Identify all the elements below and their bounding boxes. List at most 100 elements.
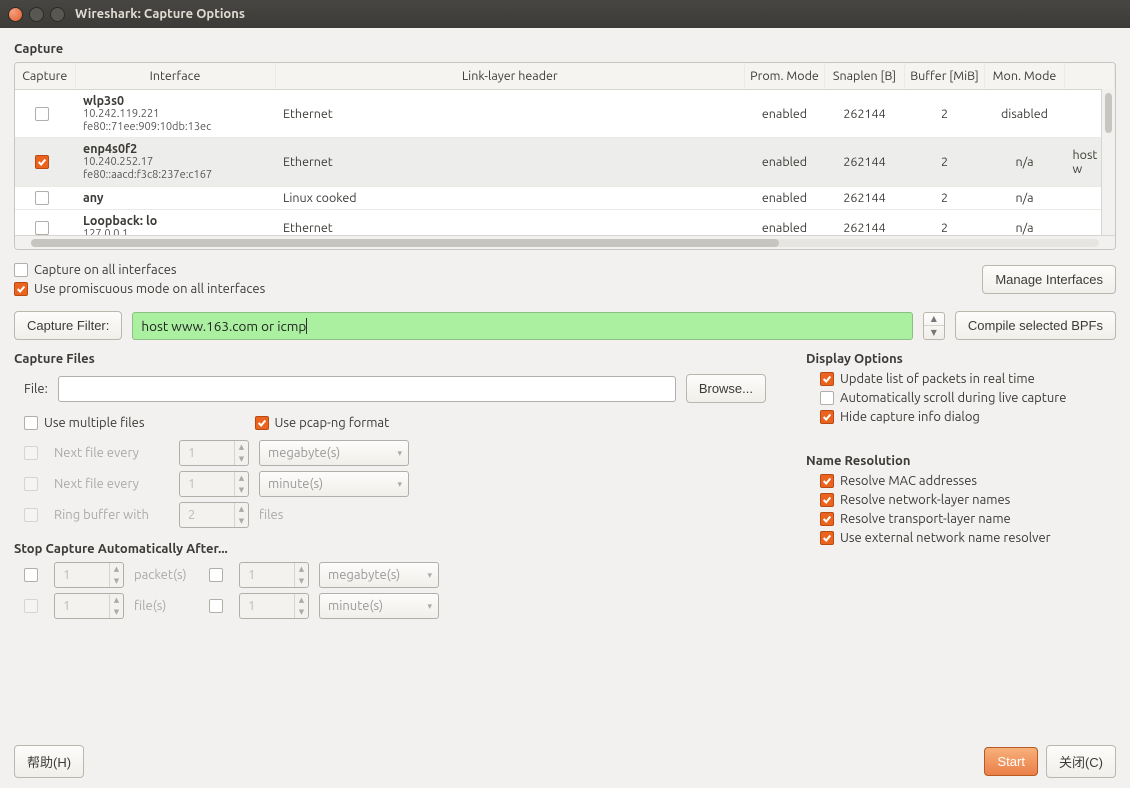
- interface-name: Loopback: lo: [83, 214, 267, 228]
- capture-filter-button[interactable]: Capture Filter:: [14, 311, 122, 340]
- use-pcapng-label: Use pcap-ng format: [275, 416, 390, 430]
- stop-time-spin: 1▲▼: [239, 593, 309, 619]
- stop-packets-unit: packet(s): [134, 568, 199, 582]
- interfaces-panel: Capture Interface Link-layer header Prom…: [14, 62, 1116, 250]
- capture-files-section: Capture Files: [14, 352, 766, 366]
- manage-interfaces-button[interactable]: Manage Interfaces: [982, 265, 1116, 294]
- interfaces-table[interactable]: Capture Interface Link-layer header Prom…: [15, 63, 1115, 246]
- promiscuous-label: Use promiscuous mode on all interfaces: [34, 282, 265, 296]
- col-buffer[interactable]: Buffer [MiB]: [905, 63, 985, 90]
- stop-files-checkbox: [24, 599, 38, 613]
- interface-prom: enabled: [745, 138, 825, 186]
- display-options-section: Display Options: [806, 352, 1116, 366]
- ring-buffer-checkbox: [24, 508, 38, 522]
- file-input[interactable]: [58, 376, 676, 402]
- hide-info-checkbox[interactable]: [820, 410, 834, 424]
- col-filter[interactable]: [1065, 63, 1115, 90]
- ring-buffer-unit: files: [259, 508, 283, 522]
- use-multiple-checkbox[interactable]: [24, 416, 38, 430]
- stop-size-spin: 1▲▼: [239, 562, 309, 588]
- titlebar: Wireshark: Capture Options: [0, 0, 1130, 28]
- resolve-mac-checkbox[interactable]: [820, 474, 834, 488]
- stop-packets-spin: 1▲▼: [54, 562, 124, 588]
- interface-name: enp4s0f2: [83, 142, 267, 156]
- window-minimize-button[interactable]: [29, 7, 44, 22]
- use-multiple-label: Use multiple files: [44, 416, 145, 430]
- stop-files-unit: file(s): [134, 599, 199, 613]
- resolve-trans-checkbox[interactable]: [820, 512, 834, 526]
- file-label: File:: [24, 382, 48, 396]
- ext-resolver-label: Use external network name resolver: [840, 531, 1051, 545]
- stop-time-unit: minute(s)▾: [319, 593, 439, 619]
- ring-buffer-spin: 2▲▼: [179, 502, 249, 528]
- help-button[interactable]: 帮助(H): [14, 745, 84, 778]
- next-file-time-spin: 1▲▼: [179, 471, 249, 497]
- resolve-trans-label: Resolve transport-layer name: [840, 512, 1011, 526]
- resolve-net-label: Resolve network-layer names: [840, 493, 1010, 507]
- capture-filter-text: host www.163.com or icmp: [141, 318, 306, 334]
- stop-section-label: Stop Capture Automatically After...: [14, 542, 766, 556]
- interface-link: Ethernet: [275, 90, 745, 138]
- interface-checkbox[interactable]: [35, 155, 49, 169]
- interface-name: any: [83, 191, 267, 205]
- interface-prom: enabled: [745, 186, 825, 210]
- next-file-time-checkbox: [24, 477, 38, 491]
- start-button[interactable]: Start: [984, 747, 1037, 776]
- capture-section-label: Capture: [14, 42, 1116, 56]
- next-file-time-label: Next file every: [54, 477, 169, 491]
- col-interface[interactable]: Interface: [75, 63, 275, 90]
- stop-time-checkbox[interactable]: [209, 599, 223, 613]
- stop-files-spin: 1▲▼: [54, 593, 124, 619]
- interface-snaplen: 262144: [825, 186, 905, 210]
- filter-history-stepper[interactable]: ▲▼: [923, 312, 945, 340]
- window-close-button[interactable]: [8, 7, 23, 22]
- col-mon[interactable]: Mon. Mode: [985, 63, 1065, 90]
- capture-all-label: Capture on all interfaces: [34, 263, 177, 277]
- horizontal-scrollbar[interactable]: [15, 235, 1115, 249]
- next-file-time-unit: minute(s)▾: [259, 471, 409, 497]
- auto-scroll-checkbox[interactable]: [820, 391, 834, 405]
- interface-snaplen: 262144: [825, 138, 905, 186]
- hide-info-label: Hide capture info dialog: [840, 410, 980, 424]
- interface-buffer: 2: [905, 186, 985, 210]
- next-file-size-spin: 1▲▼: [179, 440, 249, 466]
- close-button[interactable]: 关闭(C): [1046, 745, 1116, 778]
- auto-scroll-label: Automatically scroll during live capture: [840, 391, 1066, 405]
- col-prom[interactable]: Prom. Mode: [745, 63, 825, 90]
- col-link[interactable]: Link-layer header: [275, 63, 745, 90]
- col-snaplen[interactable]: Snaplen [B]: [825, 63, 905, 90]
- stop-size-checkbox[interactable]: [209, 568, 223, 582]
- interface-buffer: 2: [905, 138, 985, 186]
- interface-prom: enabled: [745, 90, 825, 138]
- interface-snaplen: 262144: [825, 90, 905, 138]
- resolve-net-checkbox[interactable]: [820, 493, 834, 507]
- interface-link: Ethernet: [275, 138, 745, 186]
- stop-size-unit: megabyte(s)▾: [319, 562, 439, 588]
- interface-row[interactable]: enp4s0f210.240.252.17fe80::aacd:f3c8:237…: [15, 138, 1115, 186]
- browse-button[interactable]: Browse...: [686, 374, 766, 403]
- capture-filter-input[interactable]: host www.163.com or icmp: [132, 312, 913, 340]
- interface-link: Linux cooked: [275, 186, 745, 210]
- interface-checkbox[interactable]: [35, 221, 49, 235]
- interface-checkbox[interactable]: [35, 191, 49, 205]
- interface-checkbox[interactable]: [35, 107, 49, 121]
- vertical-scrollbar[interactable]: [1101, 89, 1115, 235]
- interface-mon: n/a: [985, 138, 1065, 186]
- capture-all-checkbox[interactable]: [14, 263, 28, 277]
- interface-row[interactable]: anyLinux cookedenabled2621442n/a: [15, 186, 1115, 210]
- col-capture[interactable]: Capture: [15, 63, 75, 90]
- next-file-size-checkbox: [24, 446, 38, 460]
- update-list-label: Update list of packets in real time: [840, 372, 1035, 386]
- compile-bpf-button[interactable]: Compile selected BPFs: [955, 311, 1116, 340]
- stop-packets-checkbox[interactable]: [24, 568, 38, 582]
- next-file-size-unit: megabyte(s)▾: [259, 440, 409, 466]
- ring-buffer-label: Ring buffer with: [54, 508, 169, 522]
- update-list-checkbox[interactable]: [820, 372, 834, 386]
- interface-buffer: 2: [905, 90, 985, 138]
- promiscuous-checkbox[interactable]: [14, 282, 28, 296]
- resolve-mac-label: Resolve MAC addresses: [840, 474, 977, 488]
- window-maximize-button[interactable]: [50, 7, 65, 22]
- use-pcapng-checkbox[interactable]: [255, 416, 269, 430]
- ext-resolver-checkbox[interactable]: [820, 531, 834, 545]
- interface-row[interactable]: wlp3s010.242.119.221fe80::71ee:909:10db:…: [15, 90, 1115, 138]
